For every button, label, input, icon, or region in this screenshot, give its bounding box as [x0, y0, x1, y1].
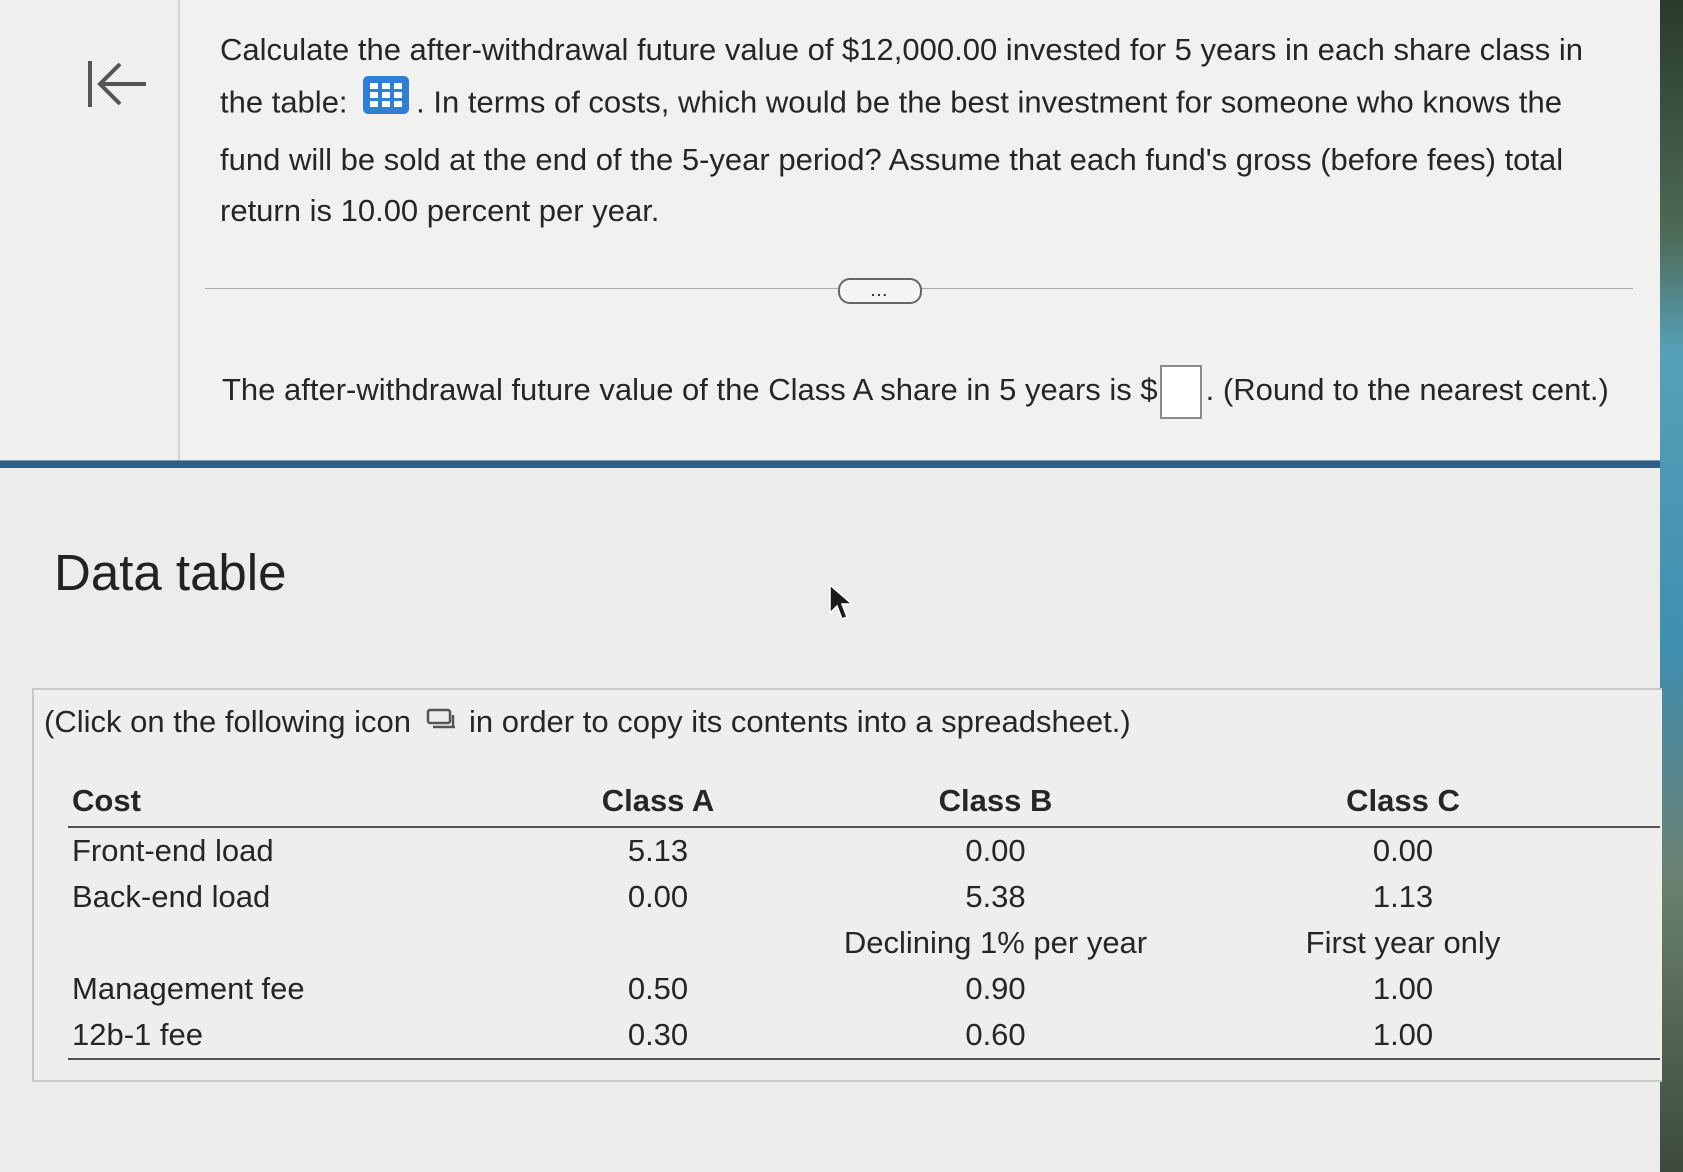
- column-header-class-a: Class A: [528, 776, 788, 828]
- copy-text-before: (Click on the following icon: [44, 704, 412, 740]
- back-to-start-icon: [88, 61, 146, 107]
- cell-class-c: 1.00: [1203, 1012, 1603, 1060]
- cell-class-b: 0.90: [965, 971, 1026, 1006]
- row-label: Front-end load: [72, 833, 274, 868]
- answer-input[interactable]: [1159, 364, 1202, 419]
- row-label: 12b-1 fee: [68, 1012, 528, 1060]
- row-label: Management fee: [72, 971, 305, 1006]
- cell-class-b: 0.60: [788, 1012, 1203, 1060]
- cell-class-c: 0.00: [1372, 833, 1434, 868]
- cell-class-a: 0.50: [627, 971, 689, 1006]
- table-row: Declining 1% per year First year only: [68, 920, 1660, 966]
- expand-more-button[interactable]: ...: [838, 278, 922, 304]
- column-header-class-b: Class B: [788, 776, 1203, 828]
- cost-table: Cost Class A Class B Class C Front-end l…: [68, 776, 1660, 1060]
- mouse-pointer-icon: [829, 583, 854, 620]
- left-rail: [0, 0, 180, 462]
- back-button[interactable]: [84, 56, 150, 112]
- copy-instruction: (Click on the following icon in order to…: [44, 700, 1131, 748]
- copy-text-after: in order to copy its contents into a spr…: [469, 704, 1131, 740]
- table-row: Back-end load 0.00 5.38 1.13: [68, 874, 1660, 920]
- row-label: Back-end load: [72, 879, 271, 914]
- cell-class-b: Declining 1% per year: [843, 925, 1148, 960]
- window-separator: [0, 460, 1660, 468]
- answer-prompt: The after-withdrawal future value of the…: [222, 364, 1622, 419]
- cell-class-b: 5.38: [965, 879, 1026, 914]
- cell-class-c: 1.00: [1372, 971, 1434, 1006]
- table-header-row: Cost Class A Class B Class C: [68, 776, 1660, 828]
- data-table-title: Data table: [54, 544, 287, 601]
- question-panel: Calculate the after-withdrawal future va…: [0, 0, 1660, 462]
- column-header-spacer: [1603, 776, 1660, 828]
- row-label: [68, 920, 528, 966]
- column-header-cost: Cost: [68, 776, 528, 828]
- cell-class-a: 5.13: [627, 833, 689, 868]
- column-header-class-c: Class C: [1203, 776, 1603, 828]
- copy-icon[interactable]: [425, 700, 456, 744]
- photo-edge: [1660, 0, 1683, 1172]
- cell-class-a: 0.00: [627, 879, 689, 914]
- cell-class-c: First year only: [1305, 925, 1501, 960]
- cell-class-c: 1.13: [1372, 879, 1434, 914]
- grid-table-icon[interactable]: [362, 75, 410, 130]
- cell-class-b: 0.00: [965, 833, 1026, 868]
- table-row: Management fee 0.50 0.90 1.00: [68, 966, 1660, 1012]
- table-row: 12b-1 fee 0.30 0.60 1.00: [68, 1012, 1660, 1060]
- answer-text-before: The after-withdrawal future value of the…: [222, 372, 1158, 407]
- question-text-part2: . In terms of costs, which would be the …: [220, 84, 1564, 228]
- cell-class-a: [528, 920, 788, 966]
- question-text: Calculate the after-withdrawal future va…: [220, 24, 1620, 236]
- cell-class-a: 0.30: [528, 1012, 788, 1060]
- table-row: Front-end load 5.13 0.00 0.00: [68, 827, 1660, 874]
- answer-text-after: . (Round to the nearest cent.): [1205, 372, 1609, 407]
